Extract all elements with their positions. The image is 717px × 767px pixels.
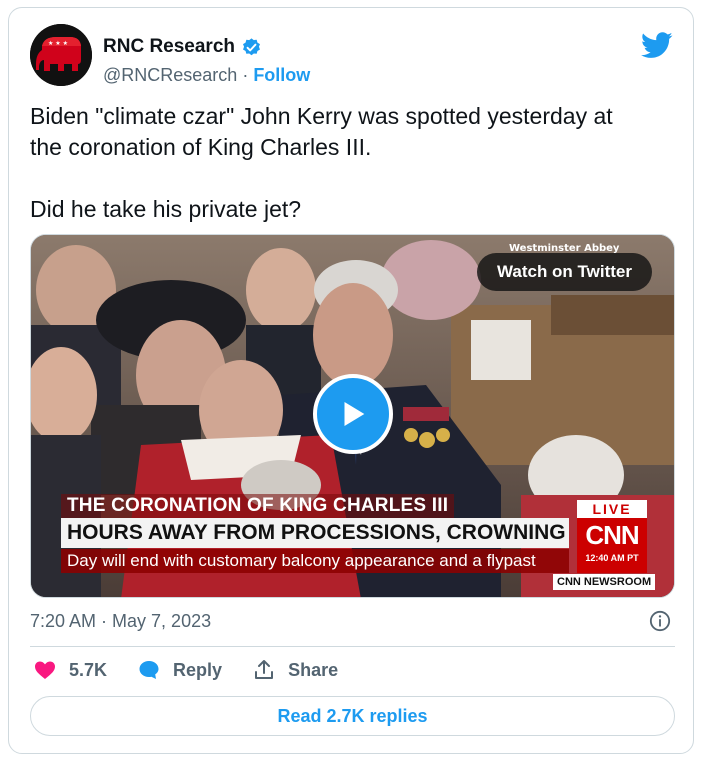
reply-label: Reply <box>173 659 223 680</box>
twitter-bird-icon[interactable] <box>641 32 673 59</box>
cnn-logo: CNN <box>585 520 639 550</box>
show-name: CNN NEWSROOM <box>553 574 656 590</box>
read-replies-button[interactable]: Read 2.7K replies <box>30 696 675 736</box>
reply-button[interactable]: Reply <box>137 658 222 682</box>
tweet-timestamp[interactable]: 7:20 AM · May 7, 2023 <box>30 611 211 632</box>
account-handle[interactable]: @RNCResearch <box>103 65 237 86</box>
avatar[interactable]: ★ ★ ★ <box>30 24 92 86</box>
like-button[interactable]: 5.7K <box>33 658 107 682</box>
rnc-elephant-icon: ★ ★ ★ <box>30 24 92 86</box>
play-button[interactable] <box>313 374 393 454</box>
heart-icon <box>35 661 55 679</box>
chyron-subline: Day will end with customary balcony appe… <box>61 549 569 573</box>
svg-text:★ ★ ★: ★ ★ ★ <box>48 40 68 47</box>
watch-on-twitter-button[interactable]: Watch on Twitter <box>476 253 652 291</box>
cnn-logo-box: CNN 12:40 AM PT <box>577 518 647 573</box>
tweet-text: Biden "climate czar" John Kerry was spot… <box>30 103 613 222</box>
play-icon <box>344 401 365 427</box>
reply-bubble-icon <box>139 661 159 679</box>
tweet-card: ★ ★ ★ RNC Research @RNCResearch · Follow… <box>8 7 694 754</box>
like-count: 5.7K <box>69 659 108 680</box>
share-button[interactable]: Share <box>252 658 338 682</box>
share-label: Share <box>288 659 339 680</box>
share-icon <box>255 660 274 679</box>
live-badge: LIVE <box>577 500 647 518</box>
follow-button[interactable]: Follow <box>253 65 310 86</box>
broadcast-time: 12:40 AM PT <box>585 553 639 563</box>
account-name[interactable]: RNC Research <box>103 36 235 58</box>
chyron-title: THE CORONATION OF KING CHARLES III <box>61 494 455 518</box>
divider <box>30 646 675 647</box>
chyron-headline: HOURS AWAY FROM PROCESSIONS, CROWNING CE… <box>61 518 569 548</box>
verified-badge-icon <box>243 37 260 55</box>
action-bar: 5.7K Reply Share <box>33 658 368 682</box>
video-player[interactable]: Westminster Abbey Watch on Twitter THE C… <box>30 234 675 598</box>
info-icon[interactable] <box>649 610 671 632</box>
separator-dot: · <box>242 65 249 85</box>
